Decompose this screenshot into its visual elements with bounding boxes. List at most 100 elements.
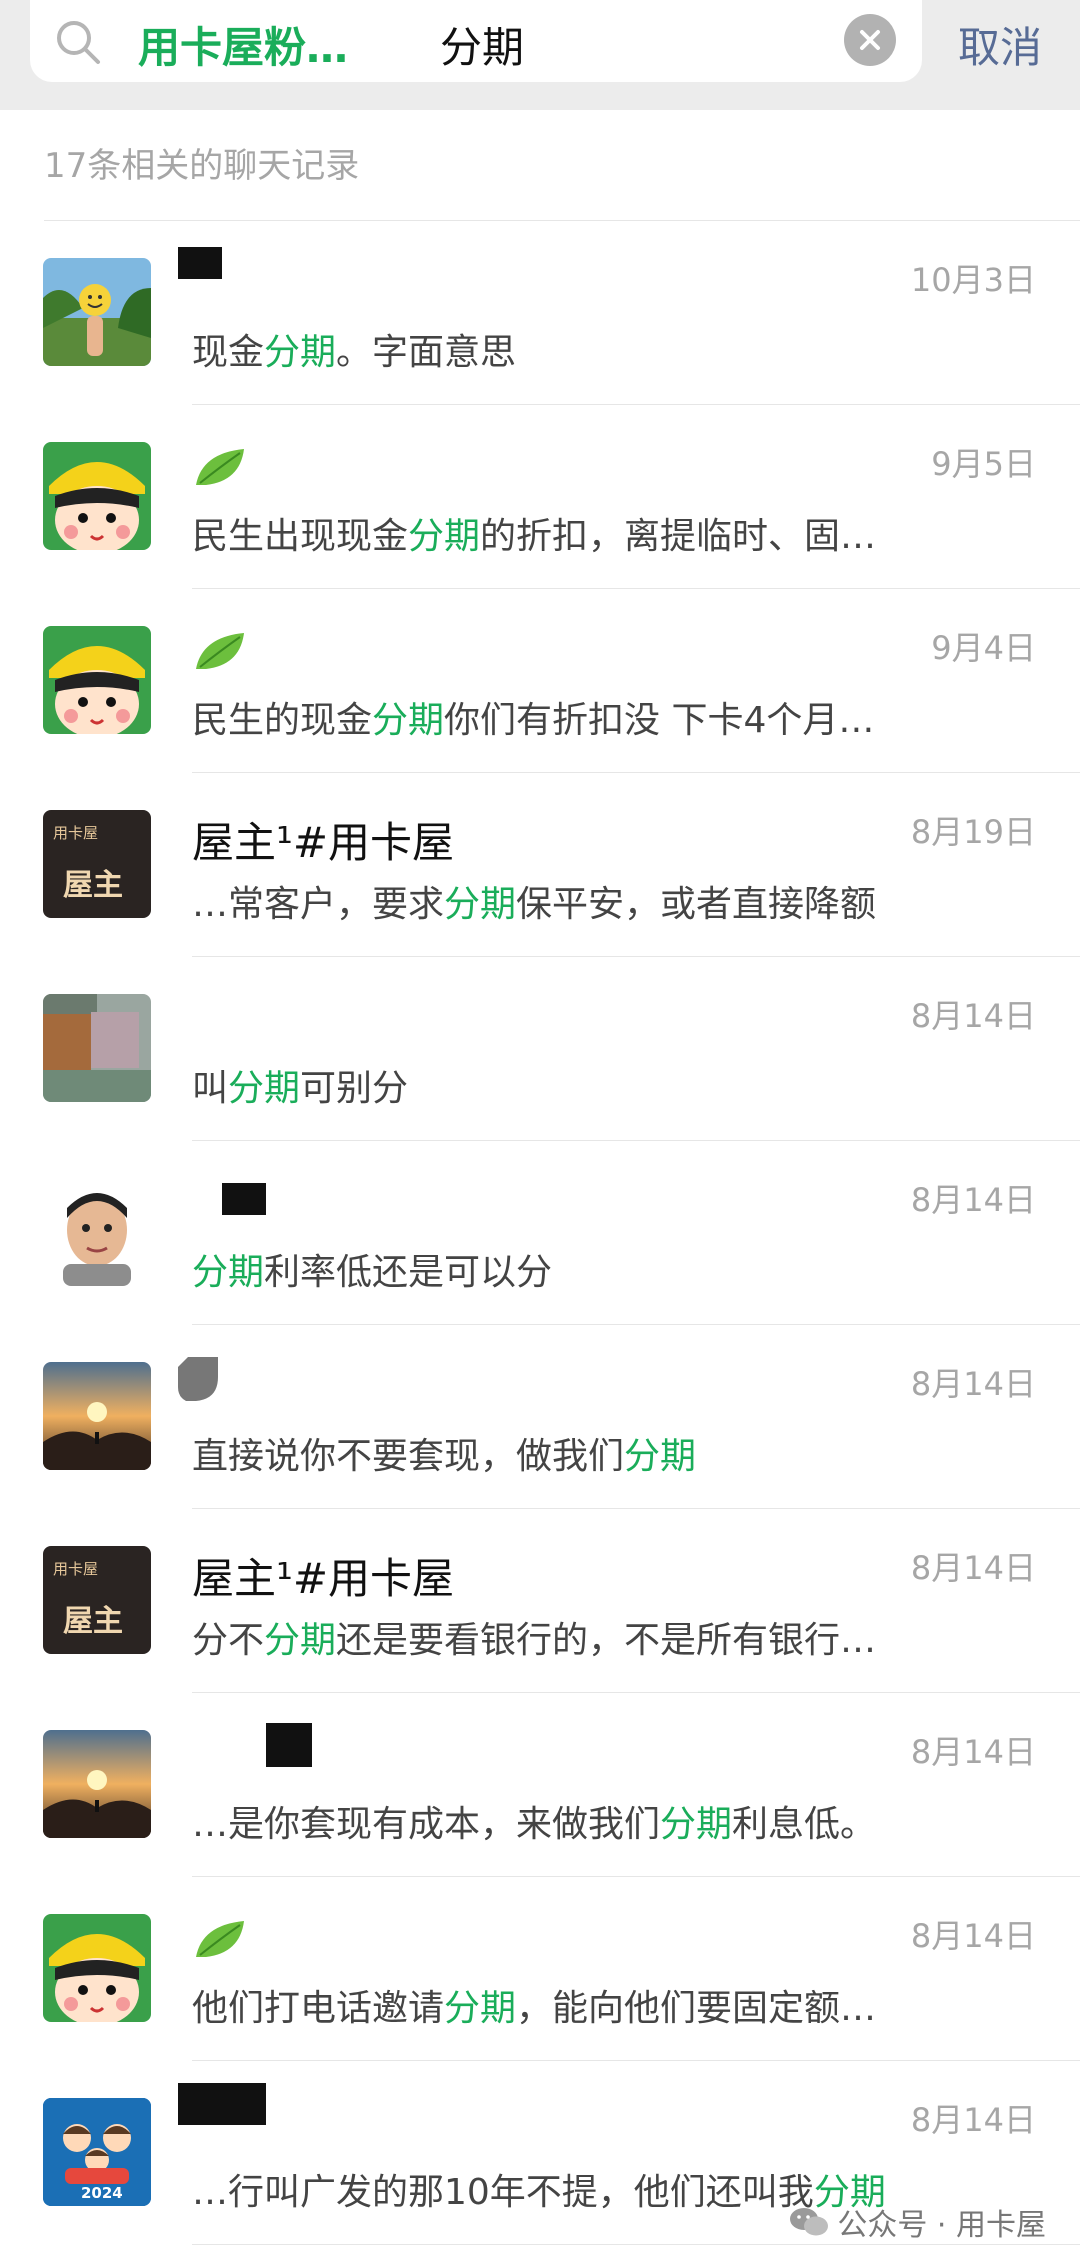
- message-date: 8月14日: [910, 1365, 1036, 1403]
- cancel-button[interactable]: 取消: [958, 14, 1042, 75]
- message-highlight: 分期: [444, 884, 517, 925]
- message-highlight: 分期: [660, 1804, 733, 1845]
- message-preview: 民生的现金分期你们有折扣没 下卡4个月…: [192, 691, 874, 743]
- message-text: …常客户，要求: [192, 884, 445, 925]
- message-text: 还是要看银行的，不是所有银行…: [336, 1620, 877, 1661]
- list-item[interactable]: 8月14日 他们打电话邀请分期，能向他们要固定额…: [0, 1877, 1080, 2061]
- divider: [192, 2244, 1080, 2245]
- message-text: 现金: [192, 332, 265, 373]
- message-preview: 分期利率低还是可以分: [192, 1243, 552, 1295]
- search-icon: [57, 21, 100, 64]
- avatar: [43, 994, 151, 1102]
- avatar: 2024: [43, 2098, 151, 2206]
- contact-name: 屋主¹#用卡屋: [192, 818, 455, 867]
- message-preview: …行叫广发的那10年不提，他们还叫我分期: [192, 2163, 886, 2215]
- message-preview: 现金分期。字面意思: [192, 323, 516, 375]
- search-header: 用卡屋粉… 分期 取消: [0, 0, 1080, 110]
- message-text: …是你套现有成本，来做我们: [192, 1804, 661, 1845]
- brand-badge: 屋主: [63, 868, 123, 903]
- leaf-icon: [196, 1921, 244, 1957]
- message-preview: 分不分期还是要看银行的，不是所有银行…: [192, 1611, 876, 1663]
- list-item[interactable]: 10月3日 现金分期。字面意思: [0, 221, 1080, 405]
- message-date: 9月5日: [931, 445, 1036, 483]
- message-date: 8月14日: [910, 2101, 1036, 2139]
- message-text: 利息低。: [732, 1804, 877, 1845]
- redacted-name: [266, 1723, 312, 1767]
- message-text: 可别分: [300, 1068, 409, 1109]
- clear-search-button[interactable]: [844, 14, 896, 66]
- list-item[interactable]: 9月5日 民生出现现金分期的折扣，离提临时、固…: [0, 405, 1080, 589]
- message-date: 9月4日: [931, 629, 1036, 667]
- message-date: 8月14日: [910, 1733, 1036, 1771]
- message-text: 民生出现现金: [192, 516, 409, 557]
- message-text: 你们有折扣没 下卡4个月…: [444, 700, 875, 741]
- brand-badge: 屋主: [63, 1604, 123, 1639]
- avatar: [43, 442, 151, 550]
- redacted-name: [222, 1183, 266, 1215]
- message-preview: 他们打电话邀请分期，能向他们要固定额…: [192, 1979, 876, 2031]
- message-date: 10月3日: [910, 261, 1036, 299]
- message-highlight: 分期: [408, 516, 481, 557]
- avatar: [43, 626, 151, 734]
- brand-logo: 用卡屋: [53, 1560, 99, 1578]
- list-item[interactable]: 9月4日 民生的现金分期你们有折扣没 下卡4个月…: [0, 589, 1080, 773]
- watermark: 公众号 · 用卡屋: [789, 2200, 1046, 2244]
- message-date: 8月14日: [910, 1549, 1036, 1587]
- message-text: 他们打电话邀请: [192, 1988, 445, 2029]
- message-text: 保平安，或者直接降额: [516, 884, 877, 925]
- wechat-icon: [790, 2208, 829, 2236]
- avatar: [43, 1730, 151, 1838]
- message-text: 。字面意思: [336, 332, 517, 373]
- message-date: 8月19日: [910, 813, 1036, 851]
- message-preview: 直接说你不要套现，做我们分期: [192, 1427, 696, 1479]
- message-highlight: 分期: [372, 700, 445, 741]
- message-text: 分不: [192, 1620, 265, 1661]
- message-preview: …是你套现有成本，来做我们分期利息低。: [192, 1795, 876, 1847]
- result-count: 17条相关的聊天记录: [44, 110, 1080, 221]
- list-item[interactable]: 8月14日 …是你套现有成本，来做我们分期利息低。: [0, 1693, 1080, 1877]
- avatar: 用卡屋 屋主: [43, 1546, 151, 1654]
- search-box[interactable]: 用卡屋粉… 分期: [30, 0, 922, 82]
- message-text: …行叫广发的那10年不提，他们还叫我: [192, 2172, 814, 2213]
- search-filter-tag[interactable]: 用卡屋粉…: [138, 14, 348, 75]
- avatar: [43, 1914, 151, 2022]
- message-highlight: 分期: [444, 1988, 517, 2029]
- close-icon: [860, 30, 880, 50]
- message-text: 的折扣，离提临时、固…: [480, 516, 877, 557]
- message-highlight: 分期: [228, 1068, 301, 1109]
- redacted-name: [178, 2083, 266, 2125]
- message-highlight: 分期: [264, 332, 337, 373]
- search-input[interactable]: 分期: [440, 14, 524, 75]
- list-item[interactable]: 8月14日 分期利率低还是可以分: [0, 1141, 1080, 1325]
- message-date: 8月14日: [910, 1181, 1036, 1219]
- leaf-icon: [196, 449, 244, 485]
- message-preview: 叫分期可别分: [192, 1059, 408, 1111]
- brand-logo: 用卡屋: [53, 824, 99, 842]
- leaf-icon: [196, 633, 244, 669]
- list-item[interactable]: 用卡屋 屋主 屋主¹#用卡屋 8月19日 …常客户，要求分期保平安，或者直接降额: [0, 773, 1080, 957]
- message-highlight: 分期: [624, 1436, 697, 1477]
- message-date: 8月14日: [910, 997, 1036, 1035]
- message-preview: 民生出现现金分期的折扣，离提临时、固…: [192, 507, 876, 559]
- message-text: 叫: [192, 1068, 229, 1109]
- message-date: 8月14日: [910, 1917, 1036, 1955]
- list-item[interactable]: 8月14日 直接说你不要套现，做我们分期: [0, 1325, 1080, 1509]
- message-highlight: 分期: [264, 1620, 337, 1661]
- avatar: [43, 258, 151, 366]
- message-preview: …常客户，要求分期保平安，或者直接降额: [192, 875, 876, 927]
- message-text: ，能向他们要固定额…: [516, 1988, 877, 2029]
- message-text: 利率低还是可以分: [264, 1252, 553, 1293]
- redacted-name: [178, 247, 222, 279]
- avatar: 用卡屋 屋主: [43, 810, 151, 918]
- list-item[interactable]: 8月14日 叫分期可别分: [0, 957, 1080, 1141]
- message-highlight: 分期: [192, 1252, 265, 1293]
- message-text: 民生的现金: [192, 700, 373, 741]
- result-list: 10月3日 现金分期。字面意思 9月5日 民生出现现金分期的折扣，离提临时、固…: [0, 221, 1080, 2245]
- avatar: [43, 1178, 151, 1286]
- contact-name: 屋主¹#用卡屋: [192, 1554, 455, 1603]
- avatar-year: 2024: [81, 2184, 123, 2202]
- message-text: 直接说你不要套现，做我们: [192, 1436, 625, 1477]
- list-item[interactable]: 用卡屋 屋主 屋主¹#用卡屋 8月14日 分不分期还是要看银行的，不是所有银行…: [0, 1509, 1080, 1693]
- watermark-text: 公众号 · 用卡屋: [837, 2208, 1046, 2243]
- avatar: [43, 1362, 151, 1470]
